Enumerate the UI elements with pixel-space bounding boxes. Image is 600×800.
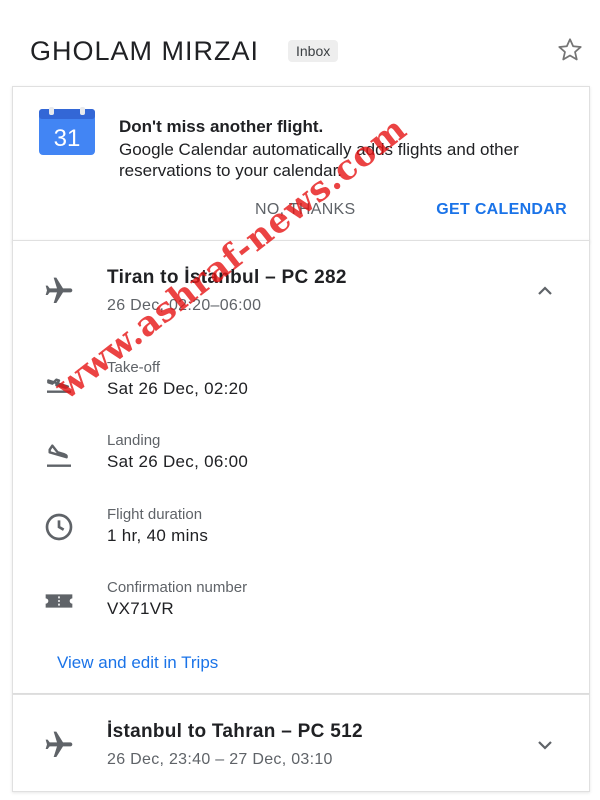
- flight-title: Tiran to İstanbul – PC 282: [107, 267, 347, 288]
- landing-icon: [47, 444, 71, 467]
- flight-card-expanded: Tiran to İstanbul – PC 282 26 Dec, 02:20…: [12, 240, 590, 694]
- no-thanks-button[interactable]: NO, THANKS: [255, 201, 356, 219]
- promo-title: Don't miss another flight.: [119, 117, 324, 136]
- chevron-up-icon[interactable]: [533, 279, 557, 303]
- duration-label: Flight duration: [107, 506, 203, 523]
- inbox-label-chip[interactable]: Inbox: [288, 40, 339, 62]
- promo-body: Google Calendar automatically adds fligh…: [119, 140, 519, 180]
- takeoff-value: Sat 26 Dec, 02:20: [107, 379, 249, 398]
- flight-time: 26 Dec, 02:20–06:00: [107, 297, 262, 314]
- email-header: GHOLAM MIRZAI Inbox: [30, 34, 590, 68]
- takeoff-icon: [47, 378, 71, 393]
- landing-value: Sat 26 Dec, 06:00: [107, 452, 249, 471]
- airplane-icon: [45, 731, 73, 757]
- ticket-icon: [45, 594, 73, 608]
- star-outline-icon[interactable]: [556, 36, 584, 64]
- flight-title: İstanbul to Tahran – PC 512: [107, 721, 363, 742]
- chevron-down-icon[interactable]: [533, 733, 557, 757]
- calendar-day-number: 31: [54, 125, 81, 152]
- duration-value: 1 hr, 40 mins: [107, 526, 209, 545]
- flight-card-collapsed[interactable]: İstanbul to Tahran – PC 512 26 Dec, 23:4…: [12, 694, 590, 792]
- landing-label: Landing: [107, 432, 161, 449]
- takeoff-label: Take-off: [107, 359, 161, 376]
- clock-icon: [45, 513, 73, 541]
- confirmation-label: Confirmation number: [107, 579, 248, 596]
- flight-time: 26 Dec, 23:40 – 27 Dec, 03:10: [107, 751, 333, 768]
- confirmation-value: VX71VR: [107, 599, 175, 618]
- airplane-icon: [45, 277, 73, 303]
- sender-name: GHOLAM MIRZAI: [30, 36, 260, 66]
- calendar-promo-card: 31 Don't miss another flight. Google Cal…: [12, 86, 590, 242]
- get-calendar-button[interactable]: GET CALENDAR: [436, 201, 567, 219]
- google-calendar-icon: 31: [39, 107, 95, 155]
- view-in-trips-link[interactable]: View and edit in Trips: [57, 653, 218, 673]
